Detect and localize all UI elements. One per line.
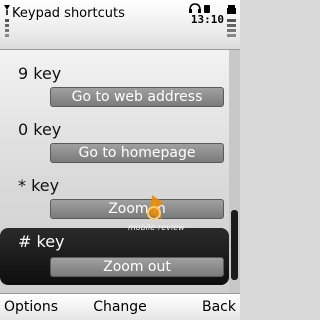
keyboard-lock-icon [204,5,210,13]
softkey-bar: Options Change Back [0,293,240,320]
key-label: 9 key [18,64,62,83]
title-bar: Keypad shortcuts 13:10 [0,0,240,50]
list-item[interactable]: 9 key Go to web address [0,60,229,117]
battery-icon [227,5,236,37]
page-title: Keypad shortcuts [12,6,125,21]
action-value: Go to web address [50,87,224,107]
scrollbar-thumb[interactable] [231,210,238,280]
action-value: Go to homepage [50,143,224,163]
list-item[interactable]: 0 key Go to homepage [0,116,229,173]
scrollbar[interactable] [229,50,240,293]
list-item[interactable]: * key Zoom in [0,172,229,229]
back-button[interactable]: Back [202,299,236,315]
signal-icon [4,5,10,37]
action-value: Zoom out [50,257,224,277]
shortcut-list[interactable]: 9 key Go to web address 0 key Go to home… [0,50,240,293]
key-label: # key [18,232,65,251]
key-label: * key [18,176,60,195]
watermark-text: mobile-review [128,223,185,232]
key-label: 0 key [18,120,62,139]
list-item-selected[interactable]: # key Zoom out [0,228,229,285]
clock: 13:10 [190,13,224,26]
